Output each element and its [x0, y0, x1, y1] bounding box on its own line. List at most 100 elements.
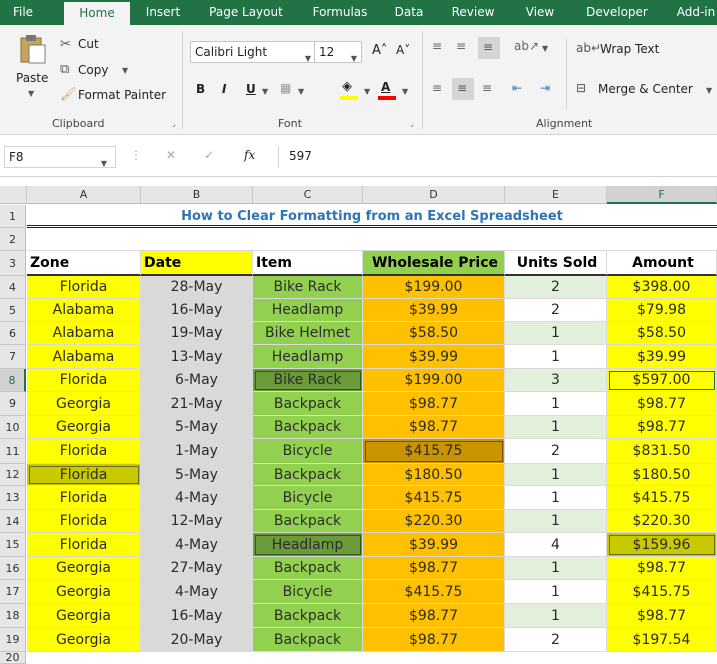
orientation-icon[interactable]: ab↗	[514, 39, 539, 53]
column-header-e[interactable]: E	[505, 186, 607, 204]
table-cell-d5[interactable]: $39.99	[363, 299, 505, 322]
tab-developer[interactable]: Developer	[576, 0, 658, 25]
tab-view[interactable]: View	[516, 0, 564, 25]
bold-button[interactable]: B	[196, 82, 205, 96]
table-cell-d13[interactable]: $415.75	[363, 486, 505, 510]
row-header-14[interactable]: 14	[0, 510, 26, 533]
table-cell-e15[interactable]: 4	[505, 533, 607, 557]
table-cell-e17[interactable]: 1	[505, 580, 607, 604]
increase-indent-icon[interactable]: ⇥	[540, 81, 550, 95]
table-cell-d11[interactable]: $415.75	[363, 439, 505, 464]
table-cell-f14[interactable]: $220.30	[607, 510, 717, 533]
table-cell-a16[interactable]: Georgia	[27, 557, 141, 580]
table-cell-e10[interactable]: 1	[505, 416, 607, 439]
table-cell-e19[interactable]: 2	[505, 628, 607, 652]
table-cell-d4[interactable]: $199.00	[363, 276, 505, 299]
decrease-font-size-button[interactable]: A˅	[396, 43, 410, 57]
clipboard-launcher-icon[interactable]: ⌟	[172, 119, 176, 128]
table-cell-b11[interactable]: 1-May	[141, 439, 253, 464]
row-header-18[interactable]: 18	[0, 604, 26, 628]
column-header-b[interactable]: B	[141, 186, 253, 204]
header-cell-e[interactable]: Units Sold	[505, 251, 607, 276]
row-header-1[interactable]: 1	[0, 205, 26, 228]
table-cell-f9[interactable]: $98.77	[607, 392, 717, 416]
row-header-20[interactable]: 20	[0, 652, 26, 664]
fill-color-button[interactable]: ◈	[340, 79, 362, 101]
table-cell-f19[interactable]: $197.54	[607, 628, 717, 652]
table-cell-c6[interactable]: Bike Helmet	[253, 322, 363, 345]
table-cell-d19[interactable]: $98.77	[363, 628, 505, 652]
table-cell-d18[interactable]: $98.77	[363, 604, 505, 628]
table-cell-b6[interactable]: 19-May	[141, 322, 253, 345]
row-header-19[interactable]: 19	[0, 628, 26, 652]
table-cell-e5[interactable]: 2	[505, 299, 607, 322]
tab-file[interactable]: File	[6, 0, 40, 25]
header-cell-a[interactable]: Zone	[27, 251, 141, 276]
align-center-button[interactable]: ≡	[452, 78, 474, 100]
row-header-15[interactable]: 15	[0, 533, 26, 557]
row-header-2[interactable]: 2	[0, 228, 26, 251]
header-cell-f[interactable]: Amount	[607, 251, 717, 276]
table-cell-c19[interactable]: Backpack	[253, 628, 363, 652]
table-cell-a5[interactable]: Alabama	[27, 299, 141, 322]
tab-page-layout[interactable]: Page Layout	[200, 0, 292, 25]
underline-button[interactable]: U	[246, 82, 256, 96]
formula-input[interactable]: 597	[278, 146, 714, 168]
table-cell-b12[interactable]: 5-May	[141, 464, 253, 486]
table-cell-b10[interactable]: 5-May	[141, 416, 253, 439]
table-cell-f7[interactable]: $39.99	[607, 345, 717, 369]
table-cell-c16[interactable]: Backpack	[253, 557, 363, 580]
row-header-5[interactable]: 5	[0, 299, 26, 322]
row-header-11[interactable]: 11	[0, 439, 26, 464]
enter-icon[interactable]: ✓	[204, 148, 214, 162]
table-cell-c8[interactable]: Bike Rack	[253, 369, 363, 392]
insert-function-icon[interactable]: fx	[244, 148, 255, 162]
table-cell-a6[interactable]: Alabama	[27, 322, 141, 345]
table-cell-d15[interactable]: $39.99	[363, 533, 505, 557]
table-cell-c11[interactable]: Bicycle	[253, 439, 363, 464]
tab-insert[interactable]: Insert	[140, 0, 186, 25]
fill-color-dropdown-icon[interactable]: ▼	[364, 87, 370, 96]
table-cell-f13[interactable]: $415.75	[607, 486, 717, 510]
table-cell-e6[interactable]: 1	[505, 322, 607, 345]
header-cell-d[interactable]: Wholesale Price	[363, 251, 505, 276]
row-header-12[interactable]: 12	[0, 464, 26, 486]
table-cell-b8[interactable]: 6-May	[141, 369, 253, 392]
row-header-6[interactable]: 6	[0, 322, 26, 345]
table-cell-f11[interactable]: $831.50	[607, 439, 717, 464]
table-cell-a19[interactable]: Georgia	[27, 628, 141, 652]
table-cell-e13[interactable]: 1	[505, 486, 607, 510]
table-cell-a7[interactable]: Alabama	[27, 345, 141, 369]
table-cell-b18[interactable]: 16-May	[141, 604, 253, 628]
table-cell-c10[interactable]: Backpack	[253, 416, 363, 439]
table-cell-f16[interactable]: $98.77	[607, 557, 717, 580]
table-cell-c9[interactable]: Backpack	[253, 392, 363, 416]
row-header-13[interactable]: 13	[0, 486, 26, 510]
table-cell-b9[interactable]: 21-May	[141, 392, 253, 416]
align-right-icon[interactable]: ≡	[482, 81, 492, 95]
table-cell-e16[interactable]: 1	[505, 557, 607, 580]
tab-home[interactable]: Home	[64, 2, 130, 25]
row-header-16[interactable]: 16	[0, 557, 26, 580]
font-name-box[interactable]: Calibri Light ▼	[190, 41, 316, 63]
align-middle-icon[interactable]: ≡	[456, 39, 466, 53]
table-cell-a11[interactable]: Florida	[27, 439, 141, 464]
copy-button[interactable]: ⧉ Copy ▼	[60, 62, 140, 80]
row-header-8[interactable]: 8	[0, 369, 26, 392]
table-cell-e7[interactable]: 1	[505, 345, 607, 369]
table-cell-f6[interactable]: $58.50	[607, 322, 717, 345]
merge-center-button[interactable]: ⊟ Merge & Center ▼	[576, 81, 716, 101]
table-cell-d16[interactable]: $98.77	[363, 557, 505, 580]
table-cell-d6[interactable]: $58.50	[363, 322, 505, 345]
table-cell-d10[interactable]: $98.77	[363, 416, 505, 439]
align-bottom-button[interactable]: ≡	[478, 37, 500, 59]
table-cell-f18[interactable]: $98.77	[607, 604, 717, 628]
column-header-f[interactable]: F	[607, 186, 717, 204]
wrap-text-button[interactable]: ab↵ Wrap Text	[576, 41, 676, 61]
tab-review[interactable]: Review	[446, 0, 500, 25]
table-cell-a14[interactable]: Florida	[27, 510, 141, 533]
table-cell-d12[interactable]: $180.50	[363, 464, 505, 486]
font-color-button[interactable]: A	[378, 79, 400, 101]
orientation-dropdown-icon[interactable]: ▼	[542, 44, 548, 53]
row-header-9[interactable]: 9	[0, 392, 26, 416]
